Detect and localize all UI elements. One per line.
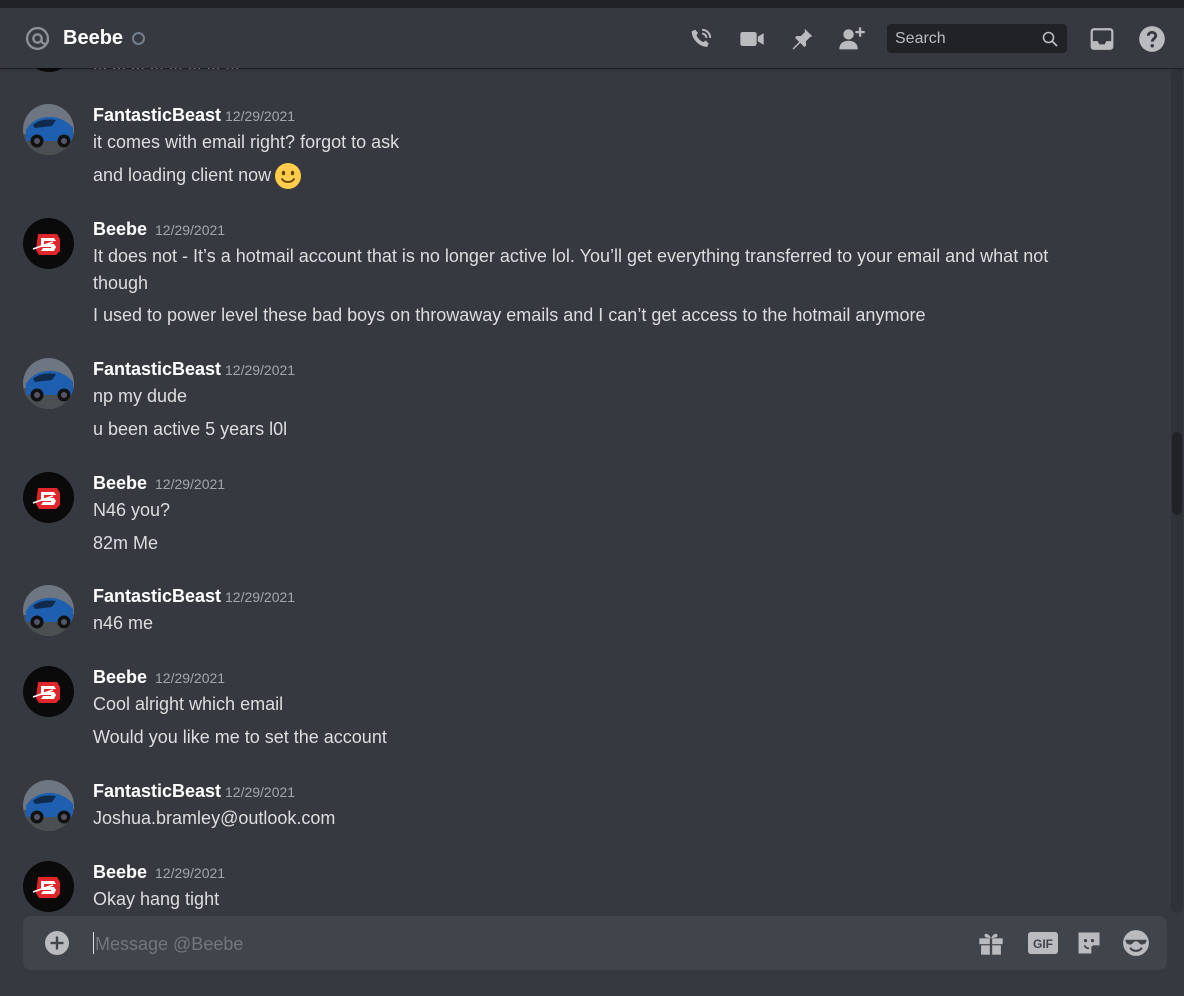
message-text: n46 me — [93, 613, 154, 633]
sticker-picker-button[interactable] — [1075, 929, 1103, 957]
message-text: np my dude — [93, 386, 188, 406]
message-text: and loading client now — [93, 165, 272, 185]
message-text: Okay hang tight — [93, 889, 220, 909]
idle-status-icon — [132, 32, 145, 45]
help-button[interactable] — [1137, 24, 1167, 54]
logo-avatar-image — [23, 472, 74, 523]
message-text: I used to power level these bad boys on … — [93, 305, 926, 325]
message-text-row: and loading client now — [93, 162, 1103, 190]
svg-text:GIF: GIF — [1033, 937, 1053, 951]
avatar[interactable] — [23, 472, 74, 523]
plus-circle-icon — [45, 931, 69, 955]
start-video-call-button[interactable] — [737, 24, 767, 54]
message-author[interactable]: Beebe — [93, 218, 147, 240]
message-timestamp: 12/29/2021 — [225, 108, 296, 124]
message-text: N46 you? — [93, 500, 171, 520]
message-author[interactable]: Beebe — [93, 666, 147, 688]
logo-avatar-image — [23, 861, 74, 912]
add-friends-to-dm-button[interactable] — [837, 24, 867, 54]
message-text: u been active 5 years l0l — [93, 419, 288, 439]
message-timestamp: 12/29/2021 — [225, 362, 296, 378]
logo-avatar-image — [23, 666, 74, 717]
avatar[interactable] — [23, 218, 74, 269]
message-text: 82m Me — [93, 533, 159, 553]
message-author[interactable]: FantasticBeast — [93, 358, 221, 380]
message-timestamp: 12/29/2021 — [225, 589, 296, 605]
message-author[interactable]: Beebe — [93, 861, 147, 883]
message-timestamp: 12/29/2021 — [155, 865, 226, 881]
avatar[interactable] — [23, 104, 74, 155]
gift-icon — [979, 933, 1003, 955]
message-author[interactable]: FantasticBeast — [93, 585, 221, 607]
search-icon — [1042, 31, 1058, 47]
message-timestamp: 12/29/2021 — [155, 476, 226, 492]
inbox-icon — [1090, 28, 1114, 50]
help-icon — [1139, 26, 1165, 52]
send-gift-button[interactable] — [977, 929, 1005, 957]
car-avatar-image — [23, 358, 74, 409]
gif-icon: GIF — [1028, 932, 1058, 954]
upload-button[interactable] — [45, 931, 69, 955]
avatar[interactable] — [23, 780, 74, 831]
car-avatar-image — [23, 780, 74, 831]
message-text: Cool alright which email — [93, 694, 284, 714]
gif-picker-button[interactable]: GIF — [1026, 929, 1060, 957]
emoji-icon — [1123, 930, 1149, 956]
message-author[interactable]: FantasticBeast — [93, 780, 221, 802]
logo-avatar-image — [23, 218, 74, 269]
message-timestamp: 12/29/2021 — [155, 222, 226, 238]
channel-header: Beebe Search — [0, 8, 1184, 68]
video-camera-icon — [740, 32, 764, 46]
search-placeholder: Search — [895, 30, 946, 47]
window-top-strip — [0, 0, 1184, 8]
car-avatar-image — [23, 585, 74, 636]
avatar[interactable] — [23, 666, 74, 717]
message-list: ... ... ... ... ... ... ... ... Fantasti… — [0, 68, 1170, 913]
car-avatar-image — [23, 104, 74, 155]
avatar[interactable] — [23, 585, 74, 636]
message-author[interactable]: Beebe — [93, 472, 147, 494]
avatar[interactable] — [23, 358, 74, 409]
start-voice-call-button[interactable] — [686, 24, 716, 54]
message-timestamp: 12/29/2021 — [155, 670, 226, 686]
at-icon — [25, 26, 50, 51]
message-text: It does not - It’s a hotmail account tha… — [93, 246, 1049, 293]
sticker-icon — [1078, 932, 1100, 954]
message-text-partial: ... ... ... ... ... ... ... ... — [93, 68, 239, 74]
message-composer: GIF — [23, 916, 1167, 970]
avatar[interactable] — [24, 68, 74, 72]
message-text: Joshua.bramley@outlook.com — [93, 808, 336, 828]
search-box[interactable]: Search — [887, 24, 1067, 53]
phone-call-icon — [691, 28, 712, 47]
message-text: Would you like me to set the account — [93, 727, 387, 747]
add-friend-icon — [839, 27, 865, 50]
pinned-messages-button[interactable] — [787, 24, 817, 54]
emoji-picker-button[interactable] — [1122, 929, 1150, 957]
message-text: it comes with email right? forgot to ask — [93, 132, 400, 152]
message-input[interactable] — [93, 930, 957, 958]
message-timestamp: 12/29/2021 — [225, 784, 296, 800]
smiling-face-emoji — [275, 163, 302, 190]
page-title: Beebe — [63, 27, 124, 49]
pin-icon — [792, 28, 813, 50]
message-author[interactable]: FantasticBeast — [93, 104, 221, 126]
avatar[interactable] — [23, 861, 74, 912]
inbox-button[interactable] — [1087, 24, 1117, 54]
scrollbar-thumb[interactable] — [1172, 432, 1182, 515]
